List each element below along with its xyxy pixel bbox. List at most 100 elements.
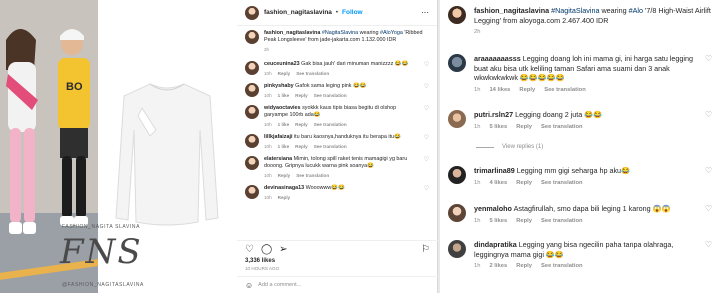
reply-link[interactable]: Reply (278, 173, 291, 178)
like-heart-icon[interactable]: ♡ (245, 244, 254, 255)
comment-username[interactable]: yenmaloho (474, 204, 512, 213)
comment-likes[interactable]: 14 likes (489, 87, 510, 93)
follow-button[interactable]: Follow (342, 9, 363, 16)
save-bookmark-icon[interactable]: ⚐ (421, 244, 430, 255)
like-comment-icon[interactable]: ♡ (421, 185, 429, 201)
comment-likes[interactable]: 4 likes (489, 180, 507, 186)
reply-link[interactable]: Reply (516, 218, 532, 224)
comment-item: trimarlina89 Legging mm gigi seharga hp … (440, 166, 720, 188)
likes-count[interactable]: 3,336 likes (245, 258, 430, 264)
reply-link[interactable]: Reply (516, 124, 532, 130)
caption-username[interactable]: fashion_nagitaslavina (474, 6, 549, 15)
reply-link[interactable]: Reply (295, 93, 308, 98)
share-send-icon[interactable]: ➢ (279, 244, 287, 255)
avatar[interactable] (448, 54, 466, 72)
comment-likes[interactable]: 5 likes (489, 218, 507, 224)
see-translation-link[interactable]: See translation (541, 263, 583, 269)
comment-text: Gafok sama leging pink 😂😂 (295, 83, 367, 89)
comment-text: Astagfirullah, smo dapa bili leging 1 ka… (513, 204, 671, 213)
comment-username[interactable]: dindapratika (474, 240, 517, 249)
view-replies-link[interactable]: View replies (1) (476, 144, 543, 150)
avatar[interactable] (448, 240, 466, 258)
watermark-bottom-text: @FASHION_NAGITASLAVINA (62, 282, 144, 288)
avatar[interactable] (448, 110, 466, 128)
comment-time: 10h (264, 195, 272, 200)
avatar[interactable] (245, 61, 259, 75)
reply-link[interactable]: Reply (278, 195, 291, 200)
caption-mid-text: wearing (358, 30, 380, 36)
caption-brand-tag[interactable]: #Alo (629, 6, 643, 15)
add-comment-bar[interactable]: ☺ Add a comment... (237, 276, 438, 293)
reply-link[interactable]: Reply (519, 87, 535, 93)
caption-username[interactable]: fashion_nagitaslavina (264, 30, 320, 36)
reply-link[interactable]: Reply (295, 144, 308, 149)
see-translation-link[interactable]: See translation (544, 87, 586, 93)
avatar[interactable] (245, 134, 259, 148)
caption-hashtag[interactable]: #NagitaSlavina (322, 30, 358, 36)
like-comment-icon[interactable]: ♡ (421, 83, 429, 99)
comment-bubble-icon[interactable]: ◯ (261, 244, 272, 255)
comment-time: 10h (264, 173, 272, 178)
see-translation-link[interactable]: See translation (541, 180, 583, 186)
comment-item: widyaoctavies syokkk kaus tipis biasa be… (245, 105, 429, 128)
comment-likes[interactable]: 1 like (278, 144, 290, 149)
post-photo[interactable]: BO FASHION_NAGITA SLAVINA FNS @FASHION_N… (0, 0, 237, 293)
avatar[interactable] (245, 156, 259, 170)
avatar[interactable] (245, 105, 259, 119)
comment-username[interactable]: elatersiana (264, 156, 292, 162)
comment-likes[interactable]: 2 likes (489, 263, 507, 269)
comment-username[interactable]: lillkjafaizaji (264, 134, 292, 140)
see-translation-link[interactable]: See translation (314, 144, 347, 149)
comment-username[interactable]: trimarlina89 (474, 166, 515, 175)
see-translation-link[interactable]: See translation (541, 218, 583, 224)
comment-time: 1h (474, 123, 481, 130)
emoji-icon[interactable]: ☺ (245, 281, 253, 290)
see-translation-link[interactable]: See translation (314, 93, 347, 98)
reply-link[interactable]: Reply (516, 180, 532, 186)
like-comment-icon[interactable]: ♡ (421, 61, 429, 77)
comment-username[interactable]: pinkyshaby (264, 83, 294, 89)
comment-likes[interactable]: 5 likes (489, 124, 507, 130)
comment-username[interactable]: widyaoctavies (264, 105, 301, 111)
comment-likes[interactable]: 1 like (278, 122, 290, 127)
see-translation-link[interactable]: See translation (541, 124, 583, 130)
avatar[interactable] (245, 5, 259, 20)
caption-brand-tag[interactable]: #AloYoga (380, 30, 403, 36)
comment-item: devinasinaga13 Wooowww😂😂 10h Reply ♡ (245, 185, 429, 201)
comment-username[interactable]: ceuceunina23 (264, 61, 300, 67)
comment-username[interactable]: putri.rsln27 (474, 110, 513, 119)
like-comment-icon[interactable]: ♡ (705, 110, 712, 132)
like-comment-icon[interactable]: ♡ (705, 204, 712, 226)
avatar[interactable] (245, 83, 259, 97)
see-translation-link[interactable]: See translation (296, 173, 329, 178)
post-username[interactable]: fashion_nagitaslavina (264, 9, 332, 16)
avatar[interactable] (448, 204, 466, 222)
caption-hashtag[interactable]: #NagitaSlavina (551, 6, 599, 15)
view-replies-label[interactable]: View replies (1) (502, 144, 543, 150)
svg-text:BO: BO (66, 81, 83, 93)
see-translation-link[interactable]: See translation (314, 122, 347, 127)
like-comment-icon[interactable]: ♡ (705, 54, 712, 95)
post-action-bar: ♡ ◯ ➢ ⚐ 3,336 likes 10 HOURS AGO (237, 240, 438, 271)
like-comment-icon[interactable]: ♡ (421, 105, 429, 128)
avatar[interactable] (245, 185, 259, 199)
watermark-top-text: FASHION_NAGITA SLAVINA (62, 224, 141, 230)
more-options-icon[interactable]: ⋯ (421, 8, 429, 17)
comment-likes[interactable]: 1 like (278, 93, 290, 98)
like-comment-icon[interactable]: ♡ (421, 134, 429, 150)
like-comment-icon[interactable]: ♡ (421, 156, 429, 179)
comment-username[interactable]: araaaaaaasss (474, 54, 521, 63)
avatar[interactable] (448, 6, 466, 24)
reply-link[interactable]: Reply (516, 263, 532, 269)
comment-item: dindapratika Legging yang bisa ngecilin … (440, 240, 720, 272)
reply-link[interactable]: Reply (295, 122, 308, 127)
comment-item: araaaaaaasss Legging doang loh ini mama … (440, 54, 720, 95)
see-translation-link[interactable]: See translation (296, 71, 329, 76)
like-comment-icon[interactable]: ♡ (705, 240, 712, 272)
avatar[interactable] (448, 166, 466, 184)
reply-link[interactable]: Reply (278, 71, 291, 76)
comment-username[interactable]: devinasinaga13 (264, 185, 304, 191)
like-comment-icon[interactable]: ♡ (705, 166, 712, 188)
avatar[interactable] (245, 30, 259, 44)
add-comment-input[interactable]: Add a comment... (258, 282, 301, 288)
